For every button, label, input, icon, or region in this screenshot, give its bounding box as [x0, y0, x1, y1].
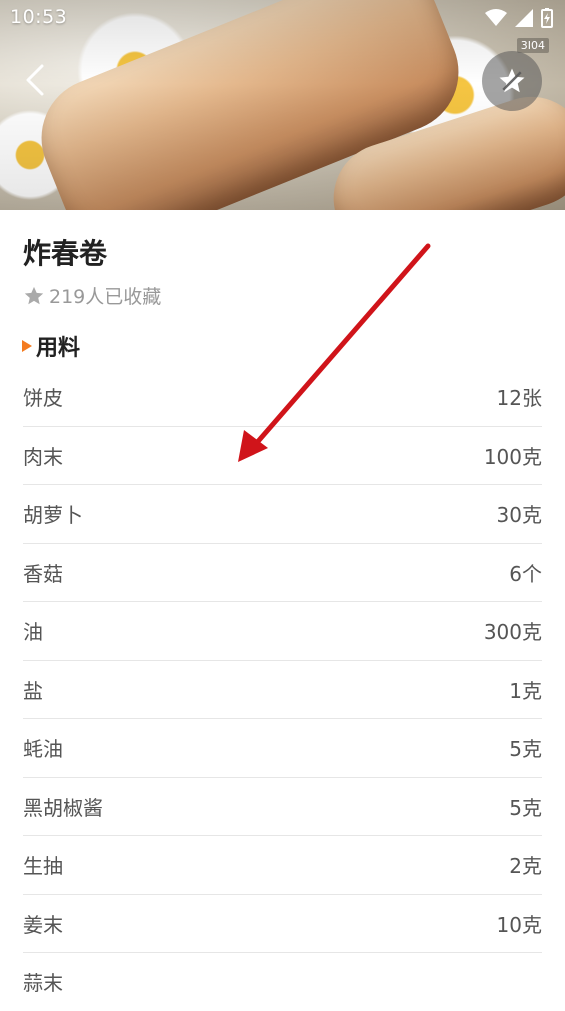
ingredient-amount: 10克	[496, 912, 542, 937]
ingredient-row: 油 300克	[23, 602, 542, 661]
ingredient-row: 肉末 100克	[23, 427, 542, 485]
ingredient-row: 盐 1克	[23, 661, 542, 719]
network-speed-badge: 3I04	[516, 38, 549, 53]
ingredient-row: 胡萝卜 30克	[23, 485, 542, 544]
ingredient-row: 蚝油 5克	[23, 719, 542, 778]
ingredient-amount: 30克	[496, 503, 542, 528]
ingredient-name: 黑胡椒酱	[23, 795, 103, 820]
ingredient-amount: 6个	[509, 561, 542, 586]
ingredients-list: 饼皮 12张 肉末 100克 胡萝卜 30克 香菇 6个油 300克盐 1克 蚝油 5克 黑胡椒酱 5克生…	[23, 368, 542, 1011]
ingredient-amount: 12张	[496, 386, 542, 411]
battery-icon	[541, 8, 553, 28]
ingredient-name: 姜末	[23, 912, 63, 937]
back-button[interactable]	[18, 58, 58, 102]
ingredient-name: 盐	[23, 678, 43, 703]
ingredient-amount: 300克	[483, 620, 542, 645]
ingredient-name: 肉末	[23, 444, 63, 469]
ingredient-row: 姜末 10克	[23, 895, 542, 953]
status-icons	[485, 8, 553, 28]
ingredient-name: 饼皮	[23, 386, 63, 411]
chevron-left-icon	[26, 64, 44, 96]
ingredient-row: 黑胡椒酱 5克	[23, 778, 542, 836]
ingredient-name: 油	[23, 620, 43, 645]
ingredient-row: 饼皮 12张	[23, 368, 542, 427]
ingredient-amount: 5克	[509, 795, 542, 820]
ingredient-row: 香菇 6个	[23, 544, 542, 602]
ingredient-name: 胡萝卜	[23, 503, 83, 528]
wifi-icon	[485, 9, 507, 26]
favorite-button[interactable]	[482, 51, 542, 111]
ingredients-section-header: 用料	[22, 330, 80, 362]
ingredient-name: 生抽	[23, 854, 63, 879]
ingredient-row: 生抽 2克	[23, 836, 542, 895]
signal-icon	[515, 9, 533, 27]
star-icon	[24, 286, 44, 304]
ingredient-amount: 5克	[509, 737, 542, 762]
favorites-count-text: 219人已收藏	[49, 286, 162, 308]
ingredient-amount: 2克	[509, 854, 542, 879]
ingredient-amount: 100克	[483, 444, 542, 469]
star-icon	[499, 68, 525, 93]
favorites-count: 219人已收藏	[23, 282, 161, 309]
status-time: 10:53	[10, 6, 68, 28]
ingredient-name: 蒜末	[23, 971, 63, 996]
section-marker-icon	[22, 340, 32, 352]
status-bar: 10:53	[0, 0, 565, 36]
section-title: 用料	[36, 336, 81, 361]
ingredient-name: 香菇	[23, 561, 63, 586]
recipe-title: 炸春卷	[23, 237, 108, 270]
ingredient-row: 蒜末	[23, 953, 542, 1011]
ingredient-name: 蚝油	[23, 737, 63, 762]
ingredient-amount: 1克	[509, 678, 542, 703]
